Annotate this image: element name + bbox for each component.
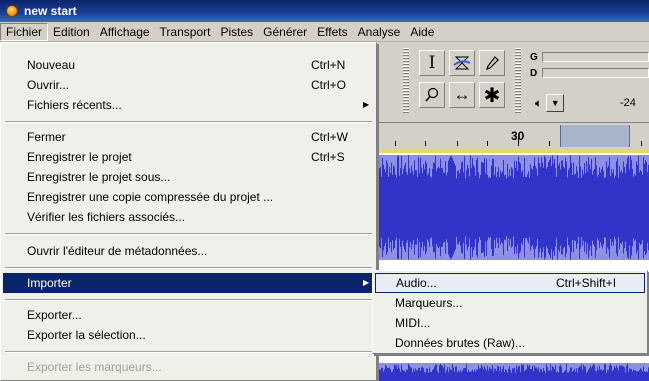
importer-submenu: Audio... Ctrl+Shift+I Marqueurs... MIDI.… (372, 270, 648, 354)
menu-item-enregistrer-copie[interactable]: Enregistrer une copie compressée du proj… (3, 187, 374, 207)
menu-item-nouveau[interactable]: Nouveau Ctrl+N (3, 55, 374, 75)
menu-separator (5, 233, 372, 235)
chevron-down-icon: ▼ (550, 98, 560, 108)
menu-item-exporter-selection[interactable]: Exporter la sélection... (3, 325, 374, 345)
playback-volume: 🔈︎ ▼ (535, 94, 565, 112)
submenu-item-marqueurs[interactable]: Marqueurs... (375, 293, 645, 313)
menu-item-fermer[interactable]: Fermer Ctrl+W (3, 127, 374, 147)
menu-item-exporter-marqueurs: Exporter les marqueurs... (27, 360, 162, 374)
submenu-item-audio[interactable]: Audio... Ctrl+Shift+I (375, 273, 645, 293)
meter-label-d: D (530, 67, 538, 79)
title-bar: new start (0, 0, 649, 22)
envelope-icon (453, 56, 471, 70)
menu-separator (5, 351, 372, 353)
menu-item-verifier-fichiers[interactable]: Vérifier les fichiers associés... (3, 207, 374, 227)
submenu-item-midi[interactable]: MIDI... (375, 313, 645, 333)
magnifier-icon (425, 87, 439, 102)
menu-separator (5, 299, 372, 301)
zoom-tool-button[interactable] (419, 82, 445, 108)
menu-item-enregistrer-projet[interactable]: Enregistrer le projet Ctrl+S (3, 147, 374, 167)
draw-tool-button[interactable] (479, 50, 505, 76)
menu-separator (5, 267, 372, 269)
menu-aide[interactable]: Aide (405, 23, 439, 41)
timeline-ruler[interactable]: 30 (375, 122, 649, 150)
menu-affichage[interactable]: Affichage (95, 23, 155, 41)
menu-bar: Fichier Edition Affichage Transport Pist… (0, 22, 649, 42)
menu-item-enregistrer-sous[interactable]: Enregistrer le projet sous... (3, 167, 374, 187)
record-meter[interactable]: D (530, 66, 649, 80)
menu-item-metadonnees[interactable]: Ouvrir l'éditeur de métadonnées... (3, 241, 374, 261)
menu-edition[interactable]: Edition (48, 23, 95, 41)
selection-tool-button[interactable]: I (419, 50, 445, 76)
ruler-selection-region[interactable] (560, 125, 630, 147)
playback-meter[interactable]: G (530, 50, 649, 64)
menu-separator (5, 121, 372, 123)
menu-pistes[interactable]: Pistes (215, 23, 258, 41)
submenu-item-raw[interactable]: Données brutes (Raw)... (375, 333, 645, 353)
submenu-arrow-icon: ▶ (363, 278, 370, 287)
menu-analyse[interactable]: Analyse (353, 23, 406, 41)
pencil-icon (486, 56, 499, 70)
timeshift-tool-button[interactable]: ↔ (449, 82, 475, 108)
tools-toolbar: I ↔ ✱ G D 🔈︎ ▼ -24 (375, 42, 649, 122)
menu-item-ouvrir[interactable]: Ouvrir... Ctrl+O (3, 75, 374, 95)
menu-effets[interactable]: Effets (312, 23, 352, 41)
multi-tool-button[interactable]: ✱ (479, 82, 505, 108)
audacity-app-icon (6, 5, 18, 17)
window-title: new start (24, 4, 77, 18)
menu-generer[interactable]: Générer (258, 23, 312, 41)
speaker-icon: 🔈︎ (535, 95, 543, 110)
ruler-label: 30 (511, 129, 525, 143)
menu-item-importer[interactable]: Importer ▶ (3, 273, 374, 293)
toolbar-grip[interactable] (403, 48, 409, 114)
meter-scale-label: -24 (620, 97, 636, 109)
meter-grip[interactable] (515, 48, 521, 114)
i-beam-icon: I (428, 53, 436, 73)
meter-label-g: G (530, 51, 538, 63)
envelope-tool-button[interactable] (449, 50, 475, 76)
double-arrow-icon: ↔ (453, 85, 471, 104)
asterisk-icon: ✱ (483, 84, 501, 107)
menu-fichier[interactable]: Fichier (0, 22, 49, 41)
meter-panel: G D (530, 48, 649, 82)
volume-dropdown-button[interactable]: ▼ (546, 94, 565, 112)
menu-transport[interactable]: Transport (155, 23, 216, 41)
fichier-menu: Nouveau Ctrl+N Ouvrir... Ctrl+O Fichiers… (0, 42, 377, 381)
menu-item-fichiers-recents[interactable]: Fichiers récents... ▶ (3, 95, 374, 115)
menu-item-exporter[interactable]: Exporter... (3, 305, 374, 325)
submenu-arrow-icon: ▶ (363, 100, 370, 109)
